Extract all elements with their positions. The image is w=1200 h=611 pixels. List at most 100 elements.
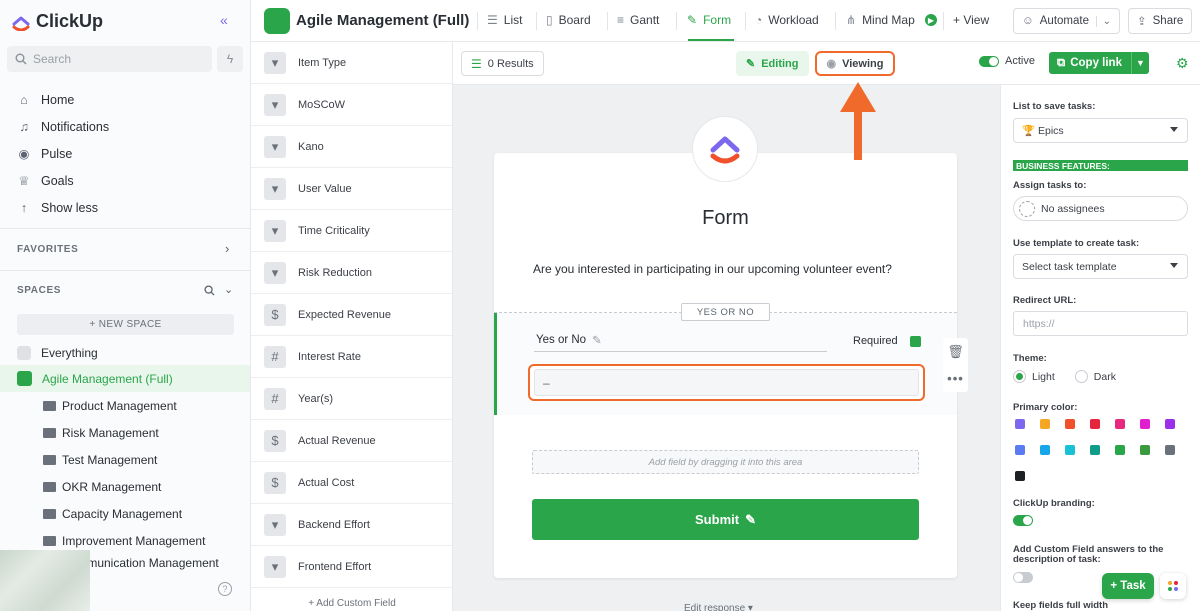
field-item[interactable]: ▾ MoSCoW bbox=[251, 84, 452, 126]
add-view-button[interactable]: + View bbox=[953, 13, 989, 27]
sidebar-item-agile-management[interactable]: Agile Management (Full) bbox=[0, 365, 250, 392]
field-item[interactable]: ▾ Time Criticality bbox=[251, 210, 452, 252]
color-swatch[interactable] bbox=[1015, 445, 1025, 455]
results-button[interactable]: ☰ 0 Results bbox=[461, 51, 544, 76]
form-description[interactable]: Are you interested in participating in o… bbox=[533, 262, 892, 276]
form-field-yes-no[interactable]: Yes or No ✎ Required – bbox=[494, 313, 957, 415]
new-space-button[interactable]: + NEW SPACE bbox=[17, 314, 234, 335]
sidebar-item-everything[interactable]: Everything bbox=[0, 339, 250, 366]
nav-item-home[interactable]: ⌂ Home bbox=[17, 86, 109, 113]
dropdown-icon: ▾ bbox=[264, 555, 286, 578]
field-item[interactable]: ▾ Item Type bbox=[251, 42, 452, 84]
folder-item[interactable]: Capacity Management bbox=[0, 500, 250, 527]
user-avatar[interactable] bbox=[0, 550, 90, 611]
color-swatch[interactable] bbox=[1115, 445, 1125, 455]
editing-mode-button[interactable]: ✎ Editing bbox=[736, 51, 809, 76]
checkbox[interactable] bbox=[909, 335, 921, 347]
copy-link-button[interactable]: ⧉ Copy link ▼ bbox=[1049, 52, 1149, 74]
help-icon[interactable]: ? bbox=[218, 582, 232, 596]
template-select[interactable]: Select task template bbox=[1013, 254, 1188, 279]
page-title[interactable]: Agile Management (Full) bbox=[296, 12, 469, 29]
nav-item-pulse[interactable]: ◉ Pulse bbox=[17, 140, 109, 167]
tab-board[interactable]: ▯ Board bbox=[546, 13, 591, 27]
form-title[interactable]: Form bbox=[494, 207, 957, 230]
share-button[interactable]: ⇪ Share bbox=[1128, 8, 1192, 34]
search-spaces-icon[interactable] bbox=[204, 285, 215, 296]
drop-zone[interactable]: Add field by dragging it into this area bbox=[532, 450, 919, 474]
color-swatch[interactable] bbox=[1165, 419, 1175, 429]
nav-item-show-less[interactable]: ↑ Show less bbox=[17, 194, 109, 221]
pencil-icon[interactable]: ✎ bbox=[592, 333, 602, 347]
field-item[interactable]: $ Actual Cost bbox=[251, 462, 452, 504]
field-item[interactable]: ▾ Backend Effort bbox=[251, 504, 452, 546]
toggle-switch[interactable] bbox=[979, 55, 999, 67]
color-swatch[interactable] bbox=[1065, 445, 1075, 455]
color-swatch[interactable] bbox=[1015, 419, 1025, 429]
tab-mind-map[interactable]: ⋔ Mind Map bbox=[846, 13, 915, 27]
clickup-logo[interactable]: ClickUp bbox=[12, 9, 103, 33]
theme-dark-radio[interactable] bbox=[1074, 370, 1088, 383]
gear-icon[interactable]: ⚙ bbox=[1176, 55, 1189, 72]
tab-gantt[interactable]: ≡ Gantt bbox=[617, 13, 659, 27]
chevron-down-icon[interactable]: ⌄ bbox=[1095, 15, 1111, 27]
branding-toggle[interactable] bbox=[1013, 515, 1033, 526]
tab-form[interactable]: ✎ Form bbox=[687, 13, 731, 27]
field-item[interactable]: # Year(s) bbox=[251, 378, 452, 420]
field-item[interactable]: $ Expected Revenue bbox=[251, 294, 452, 336]
pencil-icon[interactable]: ✎ bbox=[745, 512, 756, 528]
field-label[interactable]: Yes or No ✎ bbox=[536, 333, 602, 347]
custom-answers-toggle[interactable] bbox=[1013, 572, 1033, 583]
form-logo[interactable] bbox=[692, 116, 758, 182]
field-item[interactable]: ▾ User Value bbox=[251, 168, 452, 210]
folder-item[interactable]: Product Management bbox=[0, 392, 250, 419]
list-select[interactable]: 🏆 Epics bbox=[1013, 118, 1188, 143]
viewing-mode-button[interactable]: ◉ Viewing bbox=[814, 51, 896, 76]
add-task-button[interactable]: + Task bbox=[1102, 573, 1154, 599]
color-swatch[interactable] bbox=[1115, 419, 1125, 429]
color-swatch[interactable] bbox=[1040, 445, 1050, 455]
search-input[interactable]: Search bbox=[7, 46, 212, 72]
color-swatch[interactable] bbox=[1140, 419, 1150, 429]
copy-icon: ⧉ bbox=[1057, 56, 1066, 69]
required-checkbox[interactable]: Required bbox=[853, 335, 921, 347]
field-item[interactable]: $ Actual Revenue bbox=[251, 420, 452, 462]
chevron-down-icon[interactable]: ⌄ bbox=[224, 283, 233, 296]
trash-icon[interactable]: 🗑 bbox=[947, 344, 964, 360]
submit-button[interactable]: Submit ✎ bbox=[532, 499, 919, 540]
field-item[interactable]: ▾ Risk Reduction bbox=[251, 252, 452, 294]
answer-input[interactable]: – bbox=[534, 369, 919, 396]
more-icon[interactable]: ••• bbox=[947, 371, 964, 386]
folder-item[interactable]: OKR Management bbox=[0, 473, 250, 500]
tab-workload[interactable]: ◔ Workload bbox=[755, 13, 819, 27]
folder-item[interactable]: Risk Management bbox=[0, 419, 250, 446]
nav-item-goals[interactable]: ♕ Goals bbox=[17, 167, 109, 194]
chevron-right-icon[interactable]: › bbox=[225, 241, 229, 256]
field-item[interactable]: ▾ Kano bbox=[251, 126, 452, 168]
chevron-down-icon[interactable]: ▼ bbox=[1131, 52, 1149, 74]
theme-light-radio[interactable] bbox=[1013, 370, 1026, 383]
add-custom-field-button[interactable]: + Add Custom Field bbox=[251, 598, 453, 609]
collapse-sidebar-icon[interactable]: « bbox=[220, 12, 228, 28]
custom-answers-label: Add Custom Field answers to the descript… bbox=[1013, 544, 1164, 565]
nav-item-notifications[interactable]: ♫ Notifications bbox=[17, 113, 109, 140]
redirect-url-input[interactable]: https:// bbox=[1013, 311, 1188, 336]
favorites-label[interactable]: FAVORITES bbox=[17, 244, 78, 255]
more-views-icon[interactable]: ▶ bbox=[925, 14, 937, 26]
tab-list[interactable]: ☰ List bbox=[487, 13, 522, 27]
assignee-select[interactable]: No assignees bbox=[1013, 196, 1188, 221]
color-swatch[interactable] bbox=[1040, 419, 1050, 429]
color-swatch[interactable] bbox=[1015, 471, 1025, 481]
active-toggle[interactable]: Active bbox=[979, 55, 1035, 67]
color-swatch[interactable] bbox=[1165, 445, 1175, 455]
field-item[interactable]: # Interest Rate bbox=[251, 336, 452, 378]
color-swatch[interactable] bbox=[1090, 445, 1100, 455]
quick-actions-button[interactable]: ϟ bbox=[217, 46, 243, 72]
folder-item[interactable]: Test Management bbox=[0, 446, 250, 473]
color-swatch[interactable] bbox=[1090, 419, 1100, 429]
field-item[interactable]: ▾ Frontend Effort bbox=[251, 546, 452, 588]
automate-button[interactable]: ☺ Automate ⌄ bbox=[1013, 8, 1120, 34]
color-swatch[interactable] bbox=[1065, 419, 1075, 429]
edit-response-link[interactable]: Edit response ▾ bbox=[684, 603, 753, 611]
color-swatch[interactable] bbox=[1140, 445, 1150, 455]
apps-button[interactable] bbox=[1160, 573, 1186, 599]
